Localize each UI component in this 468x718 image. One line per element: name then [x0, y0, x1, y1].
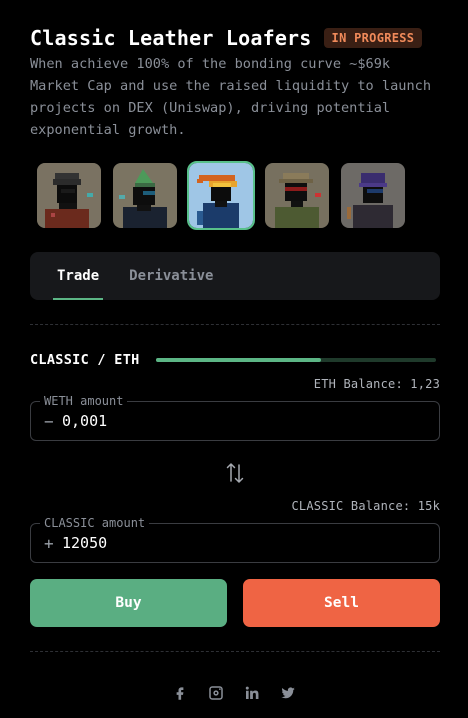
page-title: Classic Leather Loafers [30, 26, 312, 50]
linkedin-icon[interactable] [243, 684, 261, 702]
weth-amount-input[interactable]: 0,001 [62, 412, 107, 430]
bonding-curve-progress-fill [156, 358, 322, 362]
eth-balance: ETH Balance: 1,23 [313, 377, 440, 391]
footer-divider [30, 651, 440, 652]
nft-thumb-5[interactable] [341, 163, 405, 228]
nft-thumb-3[interactable] [187, 161, 255, 230]
classic-amount-label: CLASSIC amount [40, 516, 150, 530]
sell-button[interactable]: Sell [243, 579, 440, 627]
pixel-character-image [113, 163, 177, 228]
pair-row: CLASSIC / ETH [30, 350, 440, 370]
pixel-character-image [341, 163, 405, 228]
title-row: Classic Leather Loafers IN PROGRESS [30, 24, 440, 52]
plus-sign: + [44, 534, 54, 553]
pixel-character-image [265, 163, 329, 228]
weth-amount-label: WETH amount [40, 394, 128, 408]
classic-amount-input[interactable]: 12050 [62, 534, 107, 552]
status-badge: IN PROGRESS [323, 28, 423, 48]
facebook-icon[interactable] [171, 684, 189, 702]
buy-button[interactable]: Buy [30, 579, 227, 627]
classic-amount-field[interactable]: CLASSIC amount + 12050 [30, 516, 440, 563]
weth-amount-field[interactable]: WETH amount − 0,001 [30, 394, 440, 441]
classic-balance: CLASSIC Balance: 15k [291, 499, 440, 513]
pixel-character-image [37, 163, 101, 228]
instagram-icon[interactable] [207, 684, 225, 702]
project-description: When achieve 100% of the bonding curve ~… [30, 56, 432, 138]
tab-derivative[interactable]: Derivative [129, 252, 213, 300]
nft-thumb-2[interactable] [113, 163, 177, 228]
header: Classic Leather Loafers IN PROGRESS When… [30, 24, 440, 141]
pair-label: CLASSIC / ETH [30, 352, 140, 368]
tab-trade[interactable]: Trade [52, 252, 104, 300]
swap-arrows-icon[interactable] [226, 461, 244, 485]
tab-bar: Trade Derivative [30, 252, 440, 300]
minus-sign: − [44, 412, 54, 431]
nft-thumb-1[interactable] [37, 163, 101, 228]
pixel-character-image [189, 163, 253, 228]
section-divider [30, 324, 440, 325]
twitter-icon[interactable] [279, 684, 297, 702]
social-links [171, 684, 297, 702]
nft-thumb-4[interactable] [265, 163, 329, 228]
bonding-curve-progress [156, 358, 436, 362]
nft-gallery [37, 161, 405, 230]
